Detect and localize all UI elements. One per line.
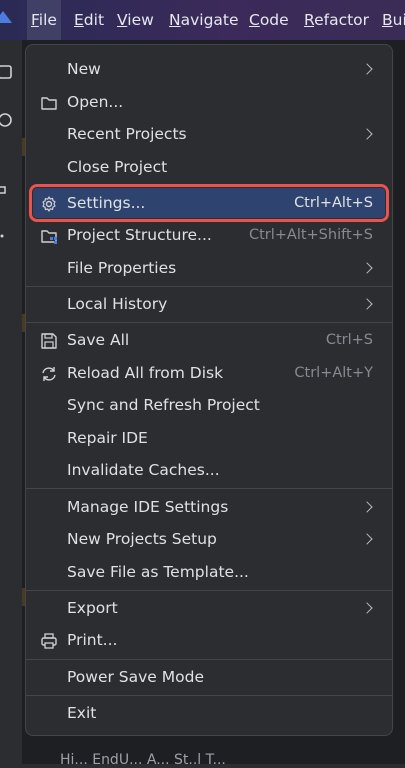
menu-item-label: Exit bbox=[67, 704, 97, 722]
menu-item-label: Project Structure... bbox=[67, 226, 212, 244]
file-menu-dropdown: New Open... Recent Projects Close Projec… bbox=[25, 44, 393, 736]
menu-item-export[interactable]: Export bbox=[33, 593, 385, 623]
menu-item-label: Sync and Refresh Project bbox=[67, 396, 260, 414]
save-icon bbox=[41, 333, 57, 349]
reload-icon bbox=[42, 367, 56, 381]
menu-item-label: Manage IDE Settings bbox=[67, 498, 229, 516]
menu-item-power-save-mode[interactable]: Power Save Mode bbox=[33, 662, 385, 692]
menu-item-manage-ide-settings[interactable]: Manage IDE Settings bbox=[33, 492, 385, 522]
left-toolbar bbox=[0, 40, 23, 764]
project-structure-icon bbox=[41, 230, 57, 244]
menu-item-invalidate-caches[interactable]: Invalidate Caches... bbox=[33, 455, 385, 485]
menu-item-reload-all[interactable]: Reload All from Disk Ctrl+Alt+Y bbox=[33, 358, 385, 388]
commit-icon[interactable] bbox=[0, 112, 14, 128]
menu-item-save-file-template[interactable]: Save File as Template... bbox=[33, 557, 385, 587]
chevron-right-icon bbox=[361, 262, 373, 274]
menu-edit[interactable]: Edit bbox=[70, 0, 108, 40]
menu-item-label: Export bbox=[67, 599, 118, 617]
menu-item-shortcut: Ctrl+Alt+Shift+S bbox=[248, 227, 373, 243]
menu-separator bbox=[26, 695, 392, 696]
more-tools-icon[interactable] bbox=[0, 228, 14, 244]
chevron-right-icon bbox=[361, 298, 373, 310]
menu-item-label: File Properties bbox=[67, 259, 177, 277]
menu-item-label: Close Project bbox=[67, 158, 168, 176]
menu-item-shortcut: Ctrl+Alt+S bbox=[294, 195, 373, 211]
menu-item-project-structure[interactable]: Project Structure... Ctrl+Alt+Shift+S bbox=[33, 220, 385, 250]
chevron-right-icon bbox=[361, 501, 373, 513]
chevron-right-icon bbox=[361, 128, 373, 140]
menu-item-print[interactable]: Print... bbox=[33, 625, 385, 655]
menu-item-label: Local History bbox=[67, 295, 168, 313]
print-icon bbox=[41, 633, 57, 649]
main-menubar: File Edit View Navigate Code Refactor Bu… bbox=[0, 0, 405, 40]
menu-item-label: New bbox=[67, 60, 101, 78]
chevron-right-icon bbox=[361, 63, 373, 75]
menu-item-label: Save File as Template... bbox=[67, 563, 249, 581]
chevron-right-icon bbox=[361, 533, 373, 545]
menu-view[interactable]: View bbox=[113, 0, 158, 40]
menu-item-settings[interactable]: Settings... Ctrl+Alt+S bbox=[29, 184, 389, 222]
app-logo-icon bbox=[0, 11, 12, 23]
menu-item-label: Repair IDE bbox=[67, 429, 148, 447]
menu-item-shortcut: Ctrl+S bbox=[325, 332, 373, 348]
folder-icon bbox=[41, 97, 57, 110]
project-view-icon[interactable] bbox=[0, 64, 14, 80]
menu-separator bbox=[26, 659, 392, 660]
menu-separator bbox=[26, 322, 392, 323]
menu-code[interactable]: Code bbox=[245, 0, 293, 40]
menu-item-label: Save All bbox=[67, 331, 130, 349]
gear-icon bbox=[42, 196, 56, 212]
menu-item-close-project[interactable]: Close Project bbox=[33, 152, 385, 182]
menu-item-label: New Projects Setup bbox=[67, 530, 217, 548]
chevron-right-icon bbox=[361, 602, 373, 614]
menu-item-label: Reload All from Disk bbox=[67, 364, 224, 382]
menu-item-exit[interactable]: Exit bbox=[33, 698, 385, 728]
menu-item-shortcut: Ctrl+Alt+Y bbox=[294, 365, 373, 381]
background-tabs-text: Hi... EndU... A... St..l T... bbox=[60, 752, 226, 768]
menu-separator bbox=[26, 488, 392, 489]
menu-file[interactable]: File bbox=[27, 0, 61, 40]
menu-navigate[interactable]: Navigate bbox=[165, 0, 243, 40]
menu-item-label: Settings... bbox=[67, 194, 146, 212]
menu-item-label: Print... bbox=[67, 631, 118, 649]
menu-item-file-properties[interactable]: File Properties bbox=[33, 253, 385, 283]
menu-item-new-projects-setup[interactable]: New Projects Setup bbox=[33, 524, 385, 554]
menu-item-label: Open... bbox=[67, 93, 124, 111]
menu-item-label: Invalidate Caches... bbox=[67, 461, 220, 479]
menu-item-label: Power Save Mode bbox=[67, 668, 204, 686]
menu-item-sync-refresh[interactable]: Sync and Refresh Project bbox=[33, 390, 385, 420]
menu-item-label: Recent Projects bbox=[67, 125, 187, 143]
menu-item-local-history[interactable]: Local History bbox=[33, 289, 385, 319]
menu-item-recent-projects[interactable]: Recent Projects bbox=[33, 119, 385, 149]
menu-build[interactable]: Bui bbox=[378, 0, 405, 40]
menu-separator bbox=[26, 590, 392, 591]
menu-item-save-all[interactable]: Save All Ctrl+S bbox=[33, 325, 385, 355]
menu-separator bbox=[26, 286, 392, 287]
menu-refactor[interactable]: Refactor bbox=[300, 0, 373, 40]
menu-item-repair-ide[interactable]: Repair IDE bbox=[33, 423, 385, 453]
menu-item-new[interactable]: New bbox=[33, 54, 385, 84]
structure-icon[interactable] bbox=[0, 182, 14, 198]
menu-item-open[interactable]: Open... bbox=[33, 87, 385, 117]
